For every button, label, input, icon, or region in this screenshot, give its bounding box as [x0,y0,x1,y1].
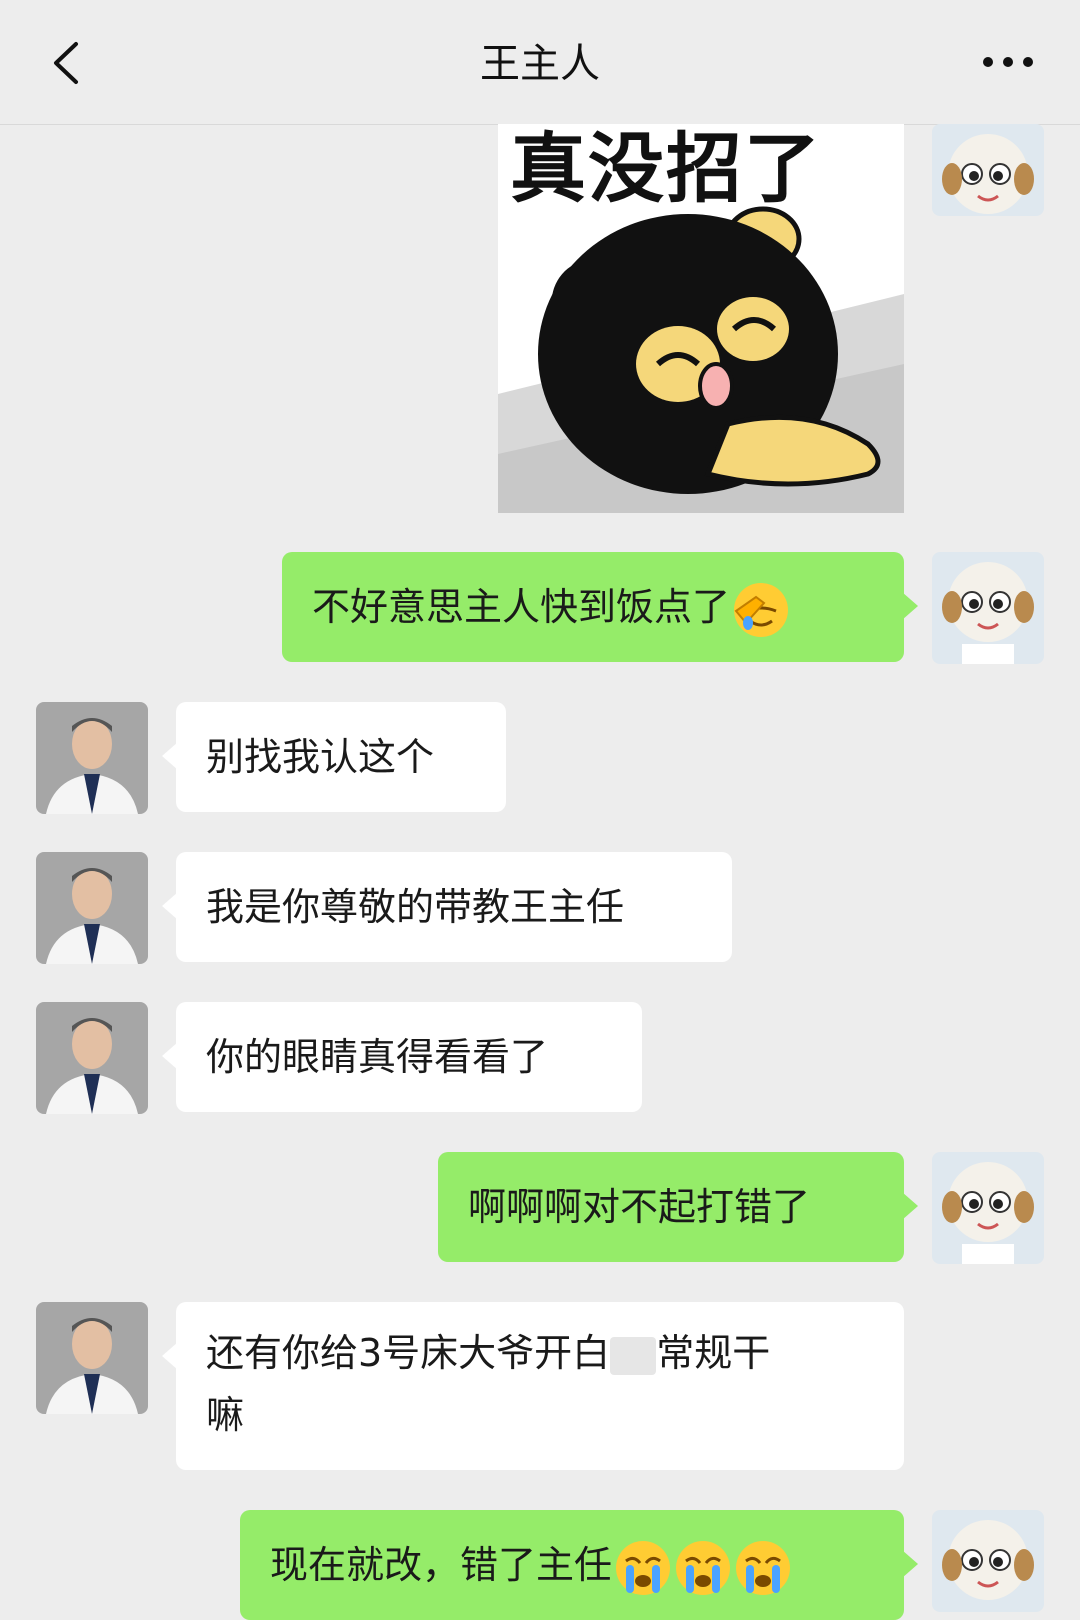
doctor-avatar-icon [36,1302,148,1414]
sheep-avatar-icon [932,1510,1044,1612]
top-bar: 王主人 [0,0,1080,125]
chat-title: 王主人 [480,41,600,87]
my-message-bubble[interactable]: 现在就改，错了主任 [240,1510,918,1620]
doctor-avatar-icon [36,852,148,964]
my-avatar[interactable] [932,552,1044,664]
contact-avatar[interactable] [36,852,148,964]
contact-avatar[interactable] [36,702,148,814]
redacted-character [610,1336,657,1375]
message-text: 你的眼睛真得看看了 [206,1035,549,1079]
my-message-bubble[interactable]: 啊啊啊对不起打错了 [438,1152,918,1262]
contact-message-bubble[interactable]: 你的眼睛真得看看了 [162,1002,642,1112]
doctor-avatar-icon [36,702,148,814]
message-text: 不好意思主人快到饭点了 [312,585,731,629]
my-avatar[interactable] [932,1510,1044,1612]
message-text: 别找我认这个 [206,735,435,779]
sheep-avatar-icon [932,124,1044,216]
contact-message-bubble[interactable]: 我是你尊敬的带教王主任 [162,852,732,962]
facepalm-emoji [734,582,789,637]
message-text: 啊啊啊对不起打错了 [468,1185,811,1229]
sheep-avatar-icon [932,1152,1044,1264]
sheep-avatar-icon [932,552,1044,664]
contact-message-bubble[interactable]: 别找我认这个 [162,702,506,812]
crying-emoji [616,1540,671,1595]
doctor-avatar-icon [36,1002,148,1114]
message-text: 我是你尊敬的带教王主任 [206,885,625,929]
contact-avatar[interactable] [36,1302,148,1414]
message-text-line1: 还有你给3号床大爷开白 [206,1331,611,1375]
more-dots-icon [983,57,1033,67]
my-avatar[interactable] [932,1152,1044,1264]
sticker-message[interactable]: 真没招了 [498,124,904,513]
message-text-line1b: 常规干 [656,1331,771,1375]
my-message-bubble[interactable]: 不好意思主人快到饭点了 [282,552,918,662]
contact-avatar[interactable] [36,1002,148,1114]
message-text: 现在就改，错了主任 [270,1543,613,1587]
crying-emoji [736,1540,791,1595]
contact-message-bubble[interactable]: 还有你给3号床大爷开白 常规干 嘛 [162,1302,904,1470]
more-button[interactable] [980,50,1040,74]
my-avatar[interactable] [932,124,1044,216]
crying-emoji [676,1540,731,1595]
message-text-line2: 嘛 [206,1393,245,1437]
sticker-caption: 真没招了 [510,124,822,213]
